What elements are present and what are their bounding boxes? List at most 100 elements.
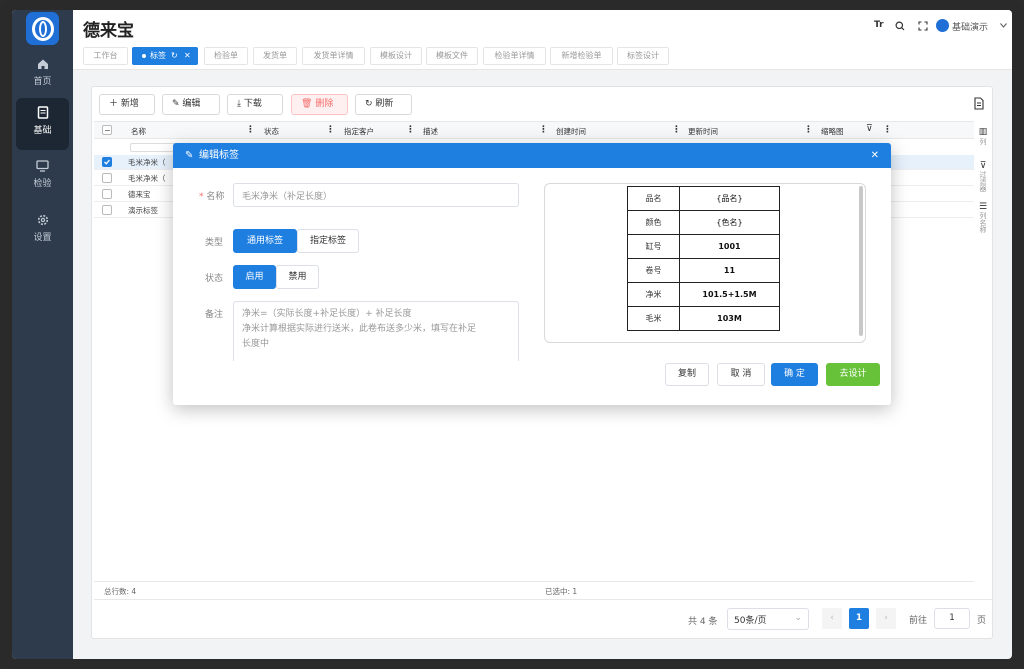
type-option-general[interactable]: 通用标签 bbox=[233, 229, 297, 253]
download-button[interactable]: ⤓ 下载 bbox=[227, 94, 283, 115]
avatar[interactable] bbox=[936, 19, 949, 32]
copy-button[interactable]: 复制 bbox=[665, 363, 709, 386]
add-button[interactable]: ＋ 新增 bbox=[99, 94, 155, 115]
row-checkbox[interactable] bbox=[102, 157, 112, 167]
row-checkbox[interactable] bbox=[102, 189, 112, 199]
pagination: 共 4 条 50条/页 ⌄ ‹ 1 › 前往 1 页 bbox=[94, 599, 992, 639]
sidebar-item-label: 设置 bbox=[33, 233, 52, 243]
column-menu-icon[interactable]: ⋮ bbox=[883, 125, 892, 135]
tab-labels[interactable]: 标签 ↻ ✕ bbox=[132, 47, 198, 65]
user-name[interactable]: 基础演示 bbox=[952, 20, 988, 33]
column-menu-icon[interactable]: ⋮ bbox=[406, 125, 415, 135]
trash-icon: 🗑 bbox=[301, 99, 313, 109]
tab-template-design[interactable]: 模板设计 bbox=[370, 47, 422, 65]
preview-scrollbar[interactable] bbox=[859, 186, 863, 336]
page-number[interactable]: 1 bbox=[849, 608, 869, 629]
page-unit-label: 页 bbox=[977, 616, 987, 626]
dialog-header: ✎ 编辑标签 ✕ bbox=[173, 143, 891, 168]
search-icon[interactable] bbox=[895, 21, 905, 31]
export-doc-icon[interactable] bbox=[974, 97, 984, 110]
page-size-select[interactable]: 50条/页 ⌄ bbox=[727, 608, 809, 630]
tab-template-file[interactable]: 模板文件 bbox=[426, 47, 478, 65]
status-option-disabled[interactable]: 禁用 bbox=[276, 265, 319, 289]
column-menu-icon[interactable]: ⋮ bbox=[539, 125, 548, 135]
tab-shipment[interactable]: 发货单 bbox=[253, 47, 297, 65]
remark-line: 净米=（实际长度+补足长度）+ 补足长度 bbox=[242, 309, 412, 319]
preview-value: {品名} bbox=[679, 186, 780, 211]
confirm-button[interactable]: 确 定 bbox=[771, 363, 818, 386]
next-page-button[interactable]: › bbox=[876, 608, 896, 629]
tab-label-design[interactable]: 标签设计 bbox=[617, 47, 669, 65]
tab-inspection-detail[interactable]: 检验单详情 bbox=[483, 47, 546, 65]
cancel-button[interactable]: 取 消 bbox=[717, 363, 765, 386]
list-icon: ☰ bbox=[978, 202, 988, 212]
column-header[interactable]: 更新时间 bbox=[688, 126, 718, 137]
total-rows: 总行数: 4 bbox=[104, 587, 137, 596]
tab-workbench[interactable]: 工作台 bbox=[83, 47, 128, 65]
sidebar-item-basic[interactable]: 基础 bbox=[16, 98, 69, 150]
column-menu-icon[interactable]: ⋮ bbox=[804, 125, 813, 135]
column-names-panel-button[interactable]: ☰ 列名称 bbox=[974, 202, 992, 235]
preview-key: 颜色 bbox=[627, 210, 680, 235]
column-header[interactable]: 名称 bbox=[131, 126, 146, 137]
top-bar: 德来宝 Tr 基础演示 bbox=[73, 10, 1012, 44]
selected-rows: 已选中: 1 bbox=[545, 587, 578, 596]
close-icon[interactable]: ✕ bbox=[871, 143, 879, 168]
preview-value: 11 bbox=[679, 258, 780, 283]
refresh-icon[interactable]: ↻ bbox=[171, 48, 178, 64]
column-header[interactable]: 缩略图 bbox=[821, 126, 844, 137]
label-preview-table: 品名 {品名} 颜色 {色名} 缸号 1001 卷号 11 净米 101.5+1.5M 毛… bbox=[627, 186, 780, 331]
remark-textarea[interactable]: 净米=（实际长度+补足长度）+ 补足长度 净米计算根据实际进行送米，此卷布送多少… bbox=[233, 301, 519, 361]
side-tool-panel: ▥ 列 ⊽ 过滤器 ☰ 列名称 bbox=[974, 127, 992, 235]
table-footer: 总行数: 4 已选中: 1 bbox=[94, 581, 974, 599]
sidebar-item-home[interactable]: 首页 bbox=[16, 50, 69, 102]
filter-icon[interactable]: ⊽ bbox=[866, 124, 873, 134]
preview-key: 毛米 bbox=[627, 306, 680, 331]
row-checkbox[interactable] bbox=[102, 173, 112, 183]
chevron-down-icon: ⌄ bbox=[794, 613, 802, 623]
type-option-specific[interactable]: 指定标签 bbox=[297, 229, 359, 253]
monitor-icon bbox=[36, 160, 49, 172]
columns-icon: ▥ bbox=[978, 127, 988, 137]
column-header[interactable]: 指定客户 bbox=[344, 126, 374, 137]
name-input[interactable]: 毛米净米（补足长度） bbox=[233, 183, 519, 207]
column-header[interactable]: 创建时间 bbox=[556, 126, 586, 137]
sidebar-item-settings[interactable]: 设置 bbox=[16, 206, 69, 258]
column-header[interactable]: 状态 bbox=[264, 126, 279, 137]
edit-button[interactable]: ✎ 编辑 bbox=[162, 94, 220, 115]
status-label: 状态 bbox=[205, 274, 224, 284]
tab-shipment-detail[interactable]: 发货单详情 bbox=[302, 47, 365, 65]
close-icon[interactable]: ✕ bbox=[184, 48, 191, 64]
font-size-button[interactable]: Tr bbox=[874, 20, 884, 30]
remark-label: 备注 bbox=[205, 310, 224, 320]
sidebar-item-inspection[interactable]: 检验 bbox=[16, 152, 69, 204]
prev-page-button[interactable]: ‹ bbox=[822, 608, 842, 629]
dialog-title: 编辑标签 bbox=[199, 150, 239, 161]
app-logo bbox=[26, 12, 59, 45]
remark-line: 净米计算根据实际进行送米，此卷布送多少米，填写在补足 bbox=[242, 324, 477, 334]
goto-page-input[interactable]: 1 bbox=[934, 608, 970, 629]
tab-new-inspection[interactable]: 新增检验单 bbox=[550, 47, 613, 65]
go-design-button[interactable]: 去设计 bbox=[826, 363, 880, 386]
columns-panel-button[interactable]: ▥ 列 bbox=[974, 127, 992, 147]
column-menu-icon[interactable]: ⋮ bbox=[672, 125, 681, 135]
row-name: 德来宝 bbox=[128, 190, 151, 199]
column-header[interactable]: 描述 bbox=[423, 126, 438, 137]
fullscreen-icon[interactable] bbox=[918, 21, 928, 31]
row-checkbox[interactable] bbox=[102, 205, 112, 215]
goto-label: 前往 bbox=[909, 616, 928, 626]
select-all-checkbox[interactable] bbox=[102, 125, 112, 135]
tab-inspection[interactable]: 检验单 bbox=[204, 47, 248, 65]
edit-icon: ✎ bbox=[185, 150, 194, 161]
home-icon bbox=[37, 59, 48, 69]
chevron-down-icon[interactable] bbox=[1000, 23, 1007, 28]
column-menu-icon[interactable]: ⋮ bbox=[326, 125, 335, 135]
column-menu-icon[interactable]: ⋮ bbox=[246, 125, 255, 135]
sidebar-item-label: 基础 bbox=[33, 126, 52, 136]
refresh-button[interactable]: ↻ 刷新 bbox=[355, 94, 412, 115]
status-option-enabled[interactable]: 启用 bbox=[233, 265, 276, 289]
filter-panel-button[interactable]: ⊽ 过滤器 bbox=[974, 161, 992, 194]
label-preview: 品名 {品名} 颜色 {色名} 缸号 1001 卷号 11 净米 101.5+1.5M 毛… bbox=[544, 183, 866, 343]
delete-button[interactable]: 🗑 删除 bbox=[291, 94, 348, 115]
row-name: 演示标签 bbox=[128, 206, 158, 215]
